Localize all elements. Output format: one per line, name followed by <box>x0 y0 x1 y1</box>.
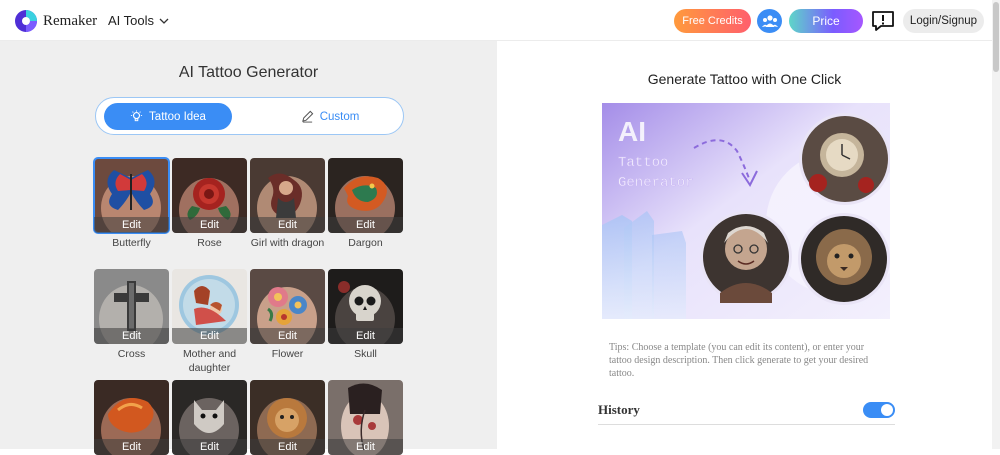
template-card-mother-and-daughter[interactable]: Edit Mother and daughter <box>172 269 247 375</box>
template-thumbnail[interactable]: Edit <box>172 380 247 455</box>
ai-tools-label: AI Tools <box>108 13 155 28</box>
template-thumbnail[interactable]: Edit <box>328 158 403 233</box>
template-thumbnail[interactable]: Edit <box>172 158 247 233</box>
lightbulb-icon <box>130 110 143 122</box>
tab-custom-label: Custom <box>319 110 360 123</box>
edit-button[interactable]: Edit <box>250 328 325 344</box>
tab-tattoo-idea[interactable]: Tattoo Idea <box>104 103 232 130</box>
edit-button[interactable]: Edit <box>250 439 325 455</box>
template-label: Cross <box>117 348 146 360</box>
template-thumbnail[interactable]: Edit <box>250 380 325 455</box>
edit-button[interactable]: Edit <box>172 328 247 344</box>
pencil-icon <box>301 110 314 123</box>
price-button[interactable]: Price <box>789 9 863 33</box>
template-card-cross[interactable]: Edit Cross <box>94 269 169 361</box>
template-card-butterfly[interactable]: Edit Butterfly <box>93 157 170 250</box>
template-thumbnail[interactable]: Edit <box>94 380 169 455</box>
history-label: History <box>598 402 640 417</box>
hero-text-ai: AI <box>618 116 646 147</box>
edit-button[interactable]: Edit <box>94 217 169 233</box>
page-scrollbar[interactable] <box>992 0 1000 449</box>
top-nav-bar: Remaker AI Tools Free Credits Price Logi… <box>0 0 992 41</box>
template-thumbnail[interactable]: Edit <box>328 380 403 455</box>
template-card-wolf[interactable]: Edit <box>172 380 247 455</box>
template-thumbnail[interactable]: Edit <box>93 157 170 234</box>
result-title: Generate Tattoo with One Click <box>647 71 842 87</box>
chevron-down-icon <box>159 18 169 24</box>
template-thumbnail[interactable]: Edit <box>250 269 325 344</box>
ai-tools-menu[interactable]: AI Tools <box>108 13 169 28</box>
hero-text-tattoo: Tattoo <box>618 155 668 171</box>
template-label: Girl with dragon <box>250 237 325 249</box>
remaker-logo-icon[interactable] <box>14 9 38 33</box>
template-thumbnail[interactable]: Edit <box>94 269 169 344</box>
template-label: Flower <box>271 348 304 360</box>
template-label: Rose <box>197 237 222 249</box>
edit-button[interactable]: Edit <box>172 439 247 455</box>
hero-text-generator: Generator <box>618 175 694 191</box>
edit-button[interactable]: Edit <box>328 217 403 233</box>
scrollbar-thumb[interactable] <box>993 2 999 72</box>
mode-switch: Tattoo Idea Custom <box>95 97 404 135</box>
hero-banner-image: AI Tattoo Generator <box>602 103 890 319</box>
edit-button[interactable]: Edit <box>328 328 403 344</box>
template-card-skull[interactable]: Edit Skull <box>328 269 403 361</box>
template-card-koi[interactable]: Edit <box>94 380 169 455</box>
feedback-icon[interactable] <box>870 9 896 33</box>
template-card-lion[interactable]: Edit <box>250 380 325 455</box>
free-credits-button[interactable]: Free Credits <box>674 9 751 33</box>
template-label: Mother and daughter <box>182 348 237 374</box>
history-toggle[interactable] <box>863 402 895 418</box>
brand-name[interactable]: Remaker <box>43 13 97 30</box>
tab-custom[interactable]: Custom <box>266 103 394 130</box>
page-title: AI Tattoo Generator <box>178 64 319 81</box>
template-label: Butterfly <box>112 237 151 249</box>
generator-panel: AI Tattoo Generator Tattoo Idea Custom E… <box>0 41 497 455</box>
login-signup-button[interactable]: Login/Signup <box>903 9 984 33</box>
template-card-flower[interactable]: Edit Flower <box>250 269 325 361</box>
divider <box>598 424 895 425</box>
template-card-dargon[interactable]: Edit Dargon <box>328 158 403 250</box>
template-thumbnail[interactable]: Edit <box>172 269 247 344</box>
edit-button[interactable]: Edit <box>94 439 169 455</box>
tab-tattoo-idea-label: Tattoo Idea <box>149 110 206 123</box>
result-panel: Generate Tattoo with One Click AI Tattoo… <box>497 41 992 449</box>
template-label: Skull <box>354 348 377 360</box>
template-thumbnail[interactable]: Edit <box>250 158 325 233</box>
edit-button[interactable]: Edit <box>328 439 403 455</box>
edit-button[interactable]: Edit <box>172 217 247 233</box>
template-thumbnail[interactable]: Edit <box>328 269 403 344</box>
tips-text: Tips: Choose a template (you can edit it… <box>609 342 869 379</box>
template-card-woman[interactable]: Edit <box>328 380 403 455</box>
template-label: Dargon <box>348 237 383 249</box>
template-card-girl-with-dragon[interactable]: Edit Girl with dragon <box>250 158 325 250</box>
edit-button[interactable]: Edit <box>250 217 325 233</box>
toggle-knob <box>881 404 893 416</box>
community-group-icon[interactable] <box>757 9 782 33</box>
edit-button[interactable]: Edit <box>94 328 169 344</box>
template-card-rose[interactable]: Edit Rose <box>172 158 247 250</box>
